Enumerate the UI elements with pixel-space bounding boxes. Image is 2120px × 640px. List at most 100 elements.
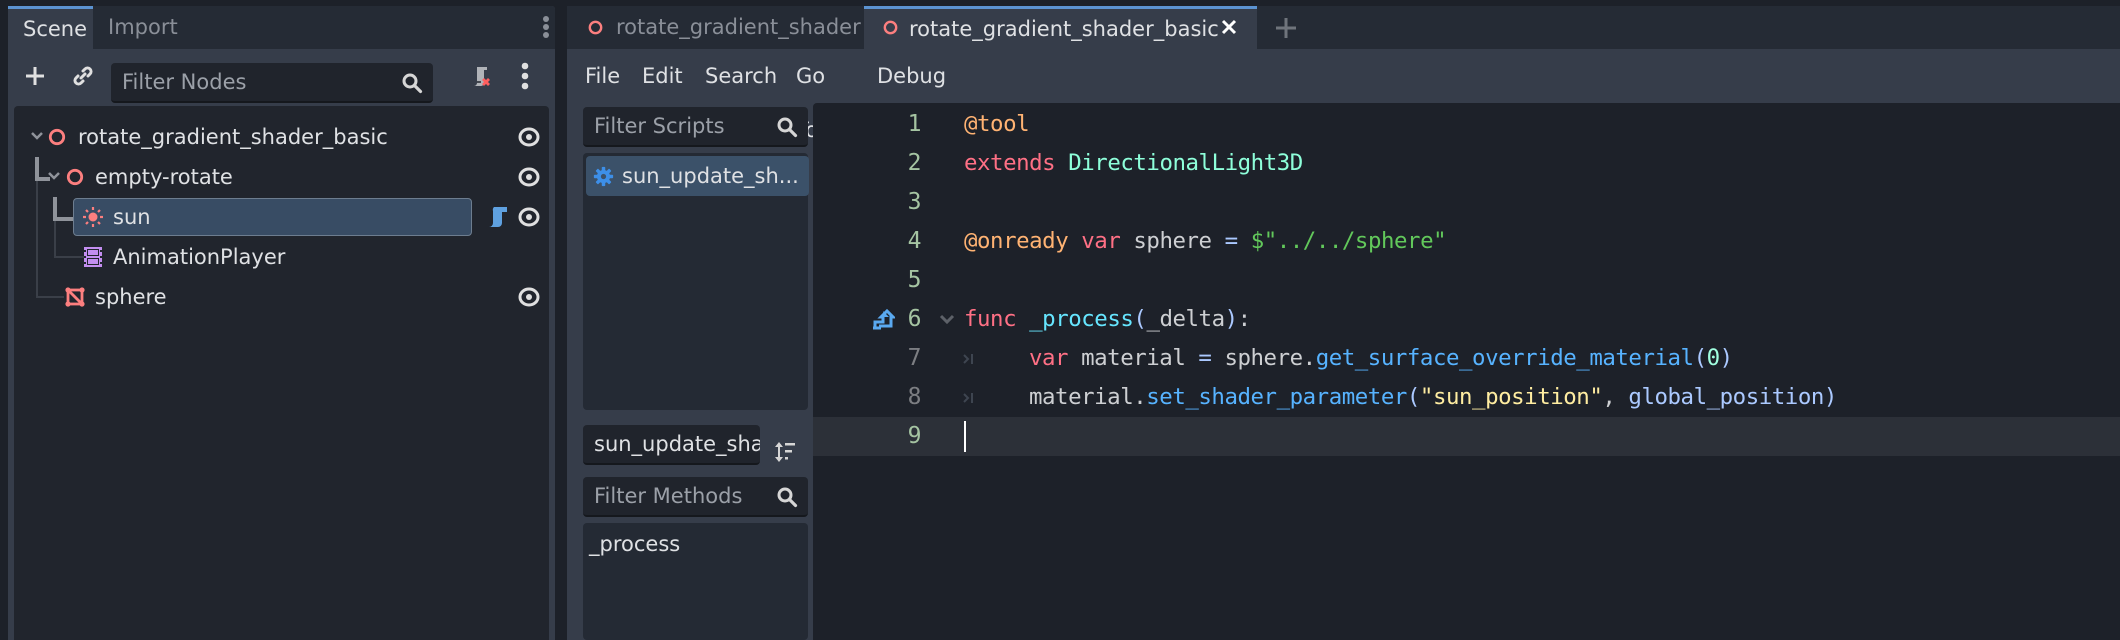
dock-menu-icon[interactable] [539,14,553,42]
scripts-panel: Filter Scripts sun_update_sh... sun_upda… [577,103,809,640]
tab-indent-marker [963,393,973,403]
tree-item-label: sun [113,205,151,229]
code-text: material.set_shader_parameter("sun_posit… [1029,378,1837,417]
code-line[interactable]: 4 @onready var sphere = $"../../sphere" [813,222,2120,261]
code-text: @onready var sphere = $"../../sphere" [964,222,1447,261]
node3d-icon [48,128,66,146]
method-list[interactable]: _process [583,523,808,640]
current-script-name-field[interactable]: sun_update_shac [583,425,760,465]
line-number: 3 [907,189,922,215]
filter-nodes-placeholder: Filter Nodes [122,70,247,94]
mesh-instance-icon [65,287,85,307]
tree-item-sun[interactable]: sun [14,197,549,237]
gear-icon [593,166,614,187]
tree-item-sphere[interactable]: sphere [14,277,549,317]
fold-chevron-icon[interactable] [939,313,955,327]
filter-scripts-input[interactable]: Filter Scripts [583,107,808,147]
tree-item-label: sphere [95,285,167,309]
search-icon [402,73,423,94]
eye-visible-icon[interactable] [518,287,540,307]
add-tab-icon[interactable] [1273,15,1299,41]
code-token: extends [964,150,1056,176]
code-token: material. [1029,384,1147,410]
line-number: 5 [907,267,922,293]
node3d-icon [66,168,84,186]
scene-dock: Scene Import Filter Nodes rotate_gradien… [8,6,555,640]
tree-item-animationplayer[interactable]: AnimationPlayer [14,237,549,277]
filter-scripts-placeholder: Filter Scripts [594,114,725,138]
menu-debug[interactable]: Debug [877,49,946,103]
scene-more-button[interactable] [518,61,532,91]
code-line[interactable]: 7 var material = sphere.get_surface_overr… [813,339,2120,378]
code-line[interactable]: 6 func _process(_delta): [813,300,2120,339]
script-list[interactable]: sun_update_sh... [583,153,809,410]
line-number: 9 [907,423,922,449]
code-token: @tool [964,111,1030,137]
add-node-button[interactable] [22,63,48,89]
code-token: ( [1406,384,1420,410]
scene-dock-tabbar: Scene Import [8,6,555,49]
line-number: 1 [907,111,922,137]
tree-item-label: rotate_gradient_shader_basic [78,125,388,149]
scene-tabbar: rotate_gradient_shader rotate_gradient_s… [567,6,2120,49]
detach-script-button[interactable] [468,63,494,89]
code-token: get_surface_override_material [1315,345,1694,371]
scene-tab-rotate-gradient-shader[interactable]: rotate_gradient_shader [567,6,864,49]
method-list-item[interactable]: _process [589,529,680,559]
tree-item-rotate-gradient-shader-basic[interactable]: rotate_gradient_shader_basic [14,117,549,157]
code-token: DirectionalLight3D [1068,150,1303,176]
close-icon[interactable] [1219,17,1239,37]
script-attached-icon[interactable] [487,205,509,229]
method-override-icon[interactable] [871,308,895,330]
tab-indent-marker [963,354,973,364]
tree-item-label: empty-rotate [95,165,233,189]
tab-import[interactable]: Import [93,6,193,49]
directional-light-icon [83,207,103,227]
code-text: var material = sphere.get_surface_overri… [1029,339,1733,378]
animation-player-icon [84,247,102,267]
tab-scene[interactable]: Scene [8,6,93,49]
code-token: ) [1719,345,1733,371]
code-token: global_position [1628,384,1824,410]
scene-tab-rotate-gradient-shader-basic[interactable]: rotate_gradient_shader_basic [864,6,1257,49]
chevron-down-icon[interactable] [30,129,44,143]
script-list-item-label: sun_update_sh... [622,164,799,188]
code-editor[interactable]: 1 @tool 2 extends DirectionalLight3D 3 4 @onre… [813,103,2120,640]
dock-splitter[interactable] [558,0,567,640]
eye-visible-icon[interactable] [518,127,540,147]
line-number: 4 [907,228,922,254]
sort-icon[interactable] [773,439,799,465]
menu-search[interactable]: Search [705,49,777,103]
filter-methods-input[interactable]: Filter Methods [583,477,808,517]
instantiate-scene-button[interactable] [70,63,96,89]
code-line[interactable]: 8 material.set_shader_parameter("sun_posi… [813,378,2120,417]
code-line[interactable]: 5 [813,261,2120,300]
code-token: $"../../sphere" [1250,228,1447,254]
code-token: 0 [1706,345,1720,371]
code-line[interactable]: 2 extends DirectionalLight3D [813,144,2120,183]
tree-item-label: AnimationPlayer [113,245,286,269]
menu-file[interactable]: File [585,49,620,103]
code-token: ) [1224,306,1238,332]
menu-edit[interactable]: Edit [642,49,683,103]
code-token: var [1029,345,1069,371]
code-line[interactable]: 3 [813,183,2120,222]
current-script-name: sun_update_shac [594,432,760,456]
code-line[interactable]: 9 [813,417,2120,456]
scene-tree[interactable]: rotate_gradient_shader_basic empty-rotat… [14,106,549,640]
eye-visible-icon[interactable] [518,167,540,187]
tree-item-empty-rotate[interactable]: empty-rotate [14,157,549,197]
code-line[interactable]: 1 @tool [813,105,2120,144]
code-token: : [1237,306,1251,332]
eye-visible-icon[interactable] [518,207,540,227]
script-list-item[interactable]: sun_update_sh... [586,156,809,196]
scene-tab-label: rotate_gradient_shader [616,15,861,39]
code-text: func _process(_delta): [964,300,1251,339]
filter-nodes-input[interactable]: Filter Nodes [111,63,433,103]
script-editor: rotate_gradient_shader rotate_gradient_s… [567,6,2120,640]
filter-methods-placeholder: Filter Methods [594,484,743,508]
chevron-down-icon[interactable] [47,169,61,183]
code-token: = [1198,345,1212,371]
